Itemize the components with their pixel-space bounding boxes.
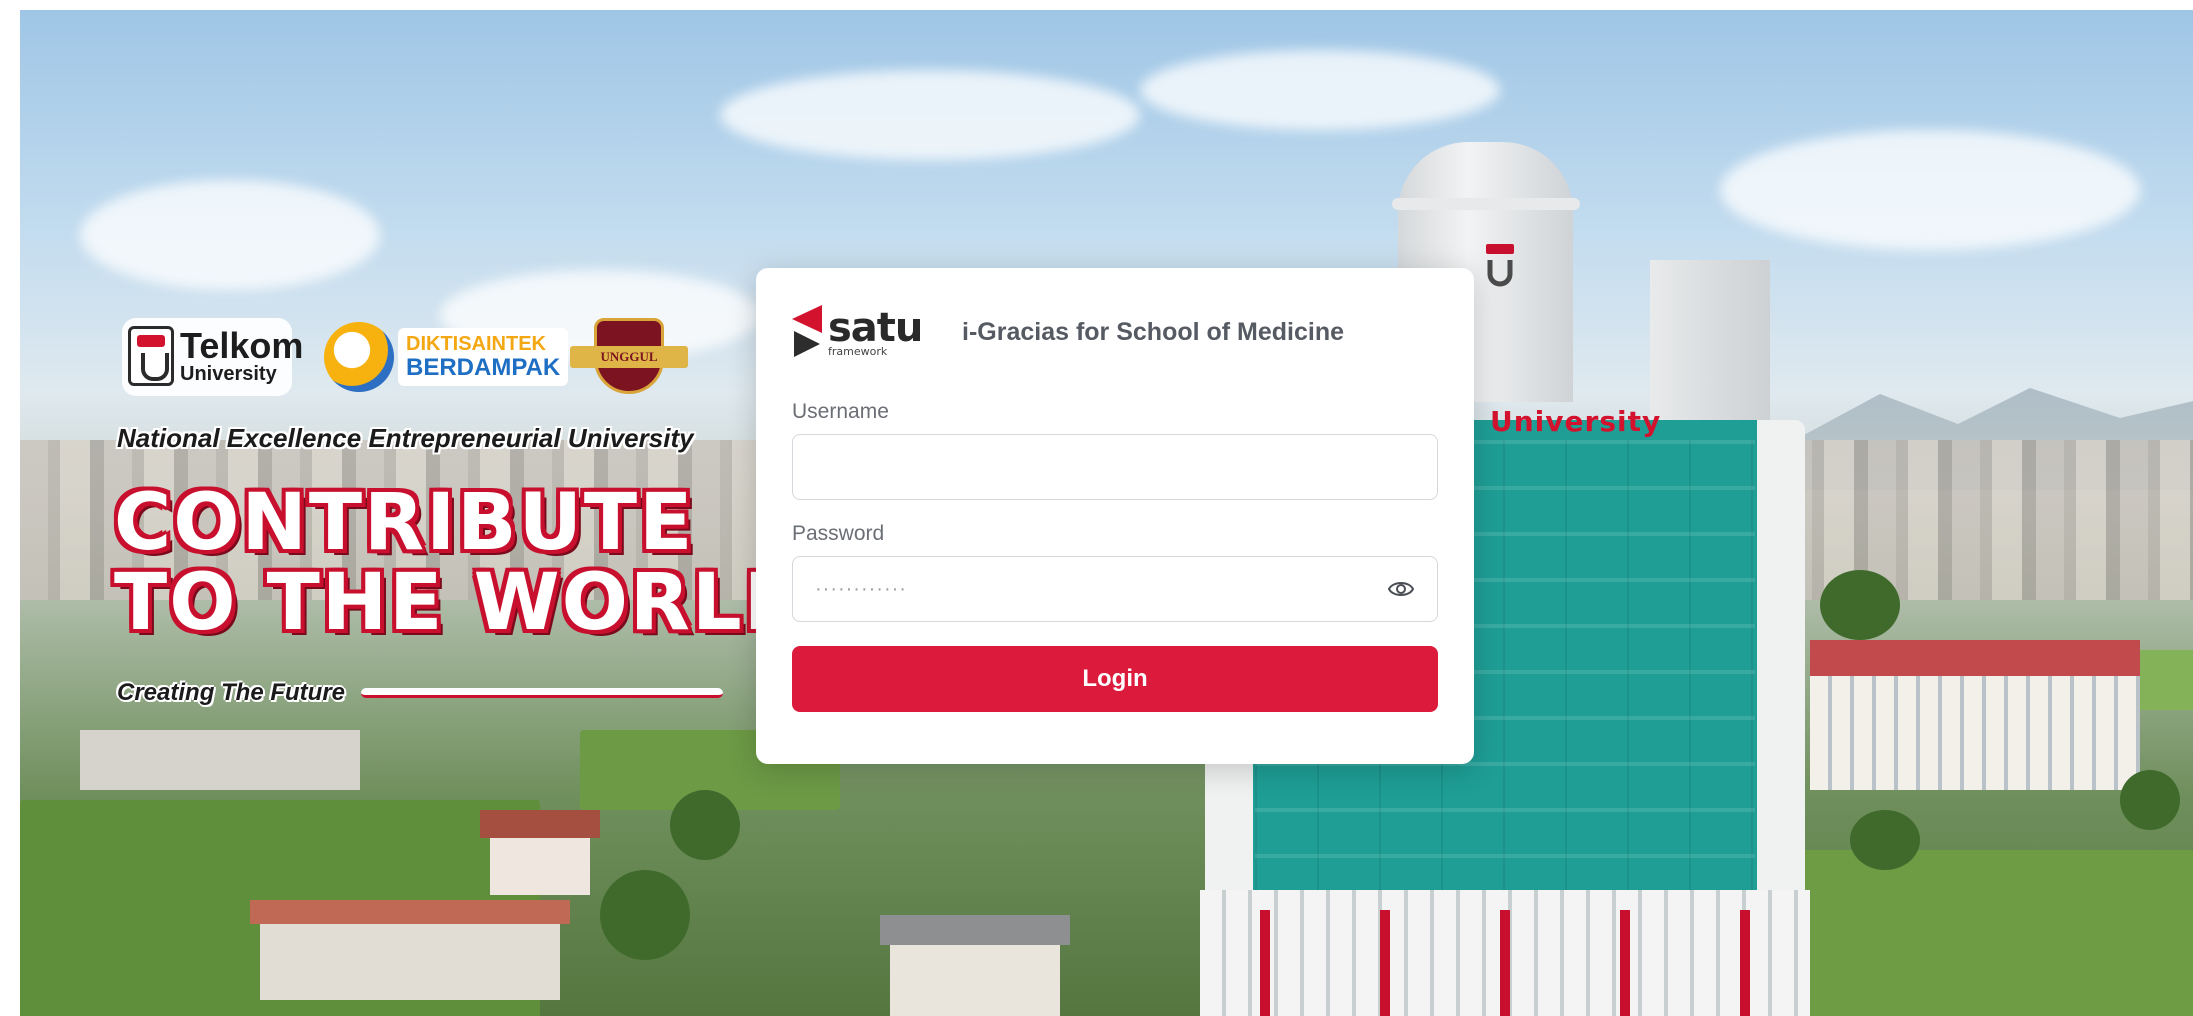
tower-pillar: [1260, 910, 1270, 1016]
dikti-line1: DIKTISAINTEK: [406, 332, 546, 355]
tree: [670, 790, 740, 860]
password-input[interactable]: [792, 556, 1438, 622]
password-wrap: [792, 556, 1438, 622]
tower-pillar: [1740, 910, 1750, 1016]
logo-words: satu framework: [828, 304, 923, 357]
house: [80, 730, 360, 790]
roof: [250, 900, 570, 924]
tower-ring: [1392, 198, 1580, 210]
tree: [1850, 810, 1920, 870]
login-card: satu framework i-Gracias for School of M…: [756, 268, 1474, 764]
building-sign: University: [1490, 405, 1662, 438]
green-field: [1800, 850, 2193, 1016]
cloud: [720, 70, 1140, 160]
login-header: satu framework i-Gracias for School of M…: [792, 302, 1438, 362]
roof: [480, 810, 600, 838]
diktisaintek-text: DIKTISAINTEK BERDAMPAK: [398, 327, 569, 387]
logo-triangle-dark: [794, 331, 820, 357]
roof: [1810, 640, 2140, 676]
diktisaintek-icon: [324, 322, 394, 392]
cloud: [1720, 130, 2140, 250]
password-label: Password: [792, 522, 885, 545]
login-button[interactable]: Login: [792, 646, 1438, 712]
username-wrap: [792, 434, 1438, 500]
decorative-line: [361, 688, 723, 698]
subtagline: Creating The Future: [117, 679, 346, 706]
eye-icon[interactable]: [1388, 578, 1414, 600]
partner-logos: Telkom University DIKTISAINTEK BERDAMPAK…: [122, 318, 692, 400]
tower-pillar: [1380, 910, 1390, 1016]
tree: [1820, 570, 1900, 640]
tree: [2120, 770, 2180, 830]
telkom-university-logo: Telkom University: [128, 326, 303, 386]
diktisaintek-logo: DIKTISAINTEK BERDAMPAK: [324, 322, 569, 392]
username-label: Username: [792, 400, 889, 423]
dikti-line2: BERDAMPAK: [406, 353, 561, 381]
headline-line2: TO THE WORLD: [114, 557, 811, 648]
tower-wing: [1650, 260, 1770, 440]
headline-line1: CONTRIBUTE: [114, 478, 695, 568]
telkom-tower-logo: [1486, 244, 1514, 287]
university-tagline: National Excellence Entrepreneurial Univ…: [117, 423, 694, 453]
satu-logo-icon: [792, 305, 824, 359]
roof: [880, 915, 1070, 945]
logo-triangle-red: [792, 305, 822, 333]
unggul-label: UNGGUL: [570, 346, 688, 368]
telkom-logo-icon: [128, 326, 174, 386]
tower-pillar: [1620, 910, 1630, 1016]
unggul-accreditation-badge: UNGGUL: [570, 318, 688, 398]
tower-pillar: [1500, 910, 1510, 1016]
username-input[interactable]: [792, 434, 1438, 500]
satu-framework-logo: satu framework: [792, 305, 952, 359]
cloud: [1140, 50, 1500, 130]
tree: [600, 870, 690, 960]
hero-headline: CONTRIBUTE TO THE WORLD: [114, 478, 811, 648]
telkom-name: Telkom: [180, 325, 304, 366]
subtagline-row: Creating The Future: [117, 679, 723, 707]
telkom-logo-text: Telkom University: [180, 325, 304, 385]
telkom-sub: University: [180, 363, 277, 385]
logo-name: satu: [828, 304, 923, 351]
app-title: i-Gracias for School of Medicine: [962, 317, 1345, 346]
cloud: [80, 180, 380, 290]
